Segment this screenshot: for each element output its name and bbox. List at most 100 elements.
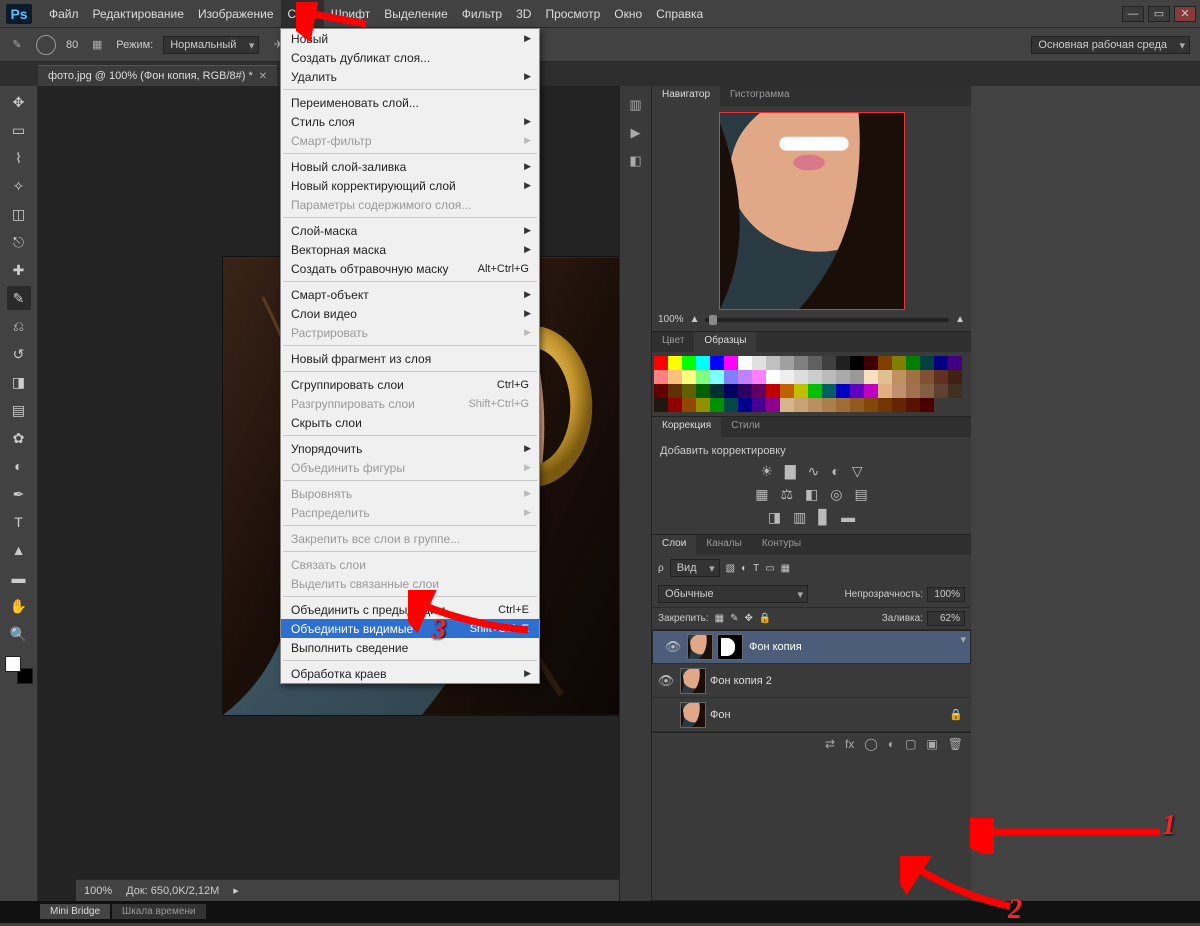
history-brush-tool[interactable]: ↺	[7, 342, 31, 366]
group-icon[interactable]: ▢	[905, 737, 916, 751]
wand-tool[interactable]: ✧	[7, 174, 31, 198]
menu-слои[interactable]: Слои	[281, 0, 324, 27]
crop-tool[interactable]: ◫	[7, 202, 31, 226]
bw-icon[interactable]: ◧	[805, 486, 818, 503]
swatch[interactable]	[822, 370, 836, 384]
history-panel-icon[interactable]: ▥	[627, 96, 645, 114]
maximize-button[interactable]: ▭	[1148, 6, 1170, 22]
blend-mode-select[interactable]: Обычные	[658, 585, 808, 603]
menu-item[interactable]: Сгруппировать слоиCtrl+G	[281, 375, 539, 394]
properties-panel-icon[interactable]: ◧	[627, 152, 645, 170]
swatch[interactable]	[696, 356, 710, 370]
tab-histogram[interactable]: Гистограмма	[720, 86, 800, 106]
swatch[interactable]	[738, 398, 752, 412]
swatch[interactable]	[766, 356, 780, 370]
swatch[interactable]	[878, 370, 892, 384]
zoom-readout[interactable]: 100%	[84, 885, 112, 897]
tab-color[interactable]: Цвет	[652, 332, 694, 352]
eraser-tool[interactable]: ◨	[7, 370, 31, 394]
swatch[interactable]	[864, 398, 878, 412]
tab-navigator[interactable]: Навигатор	[652, 86, 720, 106]
swatch[interactable]	[836, 384, 850, 398]
swatch[interactable]	[794, 356, 808, 370]
swatch[interactable]	[892, 370, 906, 384]
swatch[interactable]	[878, 398, 892, 412]
brightness-icon[interactable]: ☀	[760, 463, 773, 480]
menu-item[interactable]: Смарт-объект	[281, 285, 539, 304]
actions-panel-icon[interactable]: ▶	[627, 124, 645, 142]
visibility-toggle[interactable]: 👁	[652, 664, 680, 697]
menu-item[interactable]: Создать дубликат слоя...	[281, 48, 539, 67]
visibility-toggle[interactable]	[652, 698, 680, 731]
swatch[interactable]	[766, 370, 780, 384]
menu-item[interactable]: Новый	[281, 29, 539, 48]
swatch[interactable]	[766, 398, 780, 412]
menu-item[interactable]: Объединить с предыдущимCtrl+E	[281, 600, 539, 619]
hue-icon[interactable]: ▦	[755, 486, 768, 503]
swatch[interactable]	[724, 398, 738, 412]
menu-item[interactable]: Переименовать слой...	[281, 93, 539, 112]
swatch[interactable]	[836, 398, 850, 412]
posterize-icon[interactable]: ▥	[793, 509, 806, 526]
tab-channels[interactable]: Каналы	[696, 535, 752, 555]
swatch[interactable]	[850, 356, 864, 370]
layer-row[interactable]: 👁 Фон копия 2	[652, 664, 971, 698]
swatch[interactable]	[808, 356, 822, 370]
swatch[interactable]	[934, 384, 948, 398]
layer-name[interactable]: Фон копия 2	[710, 675, 772, 687]
color-swatch[interactable]	[5, 656, 33, 684]
close-button[interactable]: ✕	[1174, 6, 1196, 22]
swatch[interactable]	[738, 356, 752, 370]
lasso-tool[interactable]: ⌇	[7, 146, 31, 170]
heal-tool[interactable]: ✚	[7, 258, 31, 282]
swatch[interactable]	[794, 370, 808, 384]
menu-item[interactable]: Скрыть слои	[281, 413, 539, 432]
menu-item[interactable]: Новый фрагмент из слоя	[281, 349, 539, 368]
swatch[interactable]	[724, 356, 738, 370]
link-layers-icon[interactable]: ⇄	[825, 737, 835, 751]
pen-tool[interactable]: ✒	[7, 482, 31, 506]
menu-item[interactable]: Объединить видимыеShift+Ctrl+E	[281, 619, 539, 638]
tab-swatches[interactable]: Образцы	[694, 332, 756, 352]
layer-row[interactable]: 👁Фон копия	[652, 630, 971, 664]
swatch[interactable]	[808, 370, 822, 384]
lock-all-icon[interactable]: 🔒	[759, 613, 771, 624]
swatch[interactable]	[682, 384, 696, 398]
swatch[interactable]	[892, 356, 906, 370]
filter-smart-icon[interactable]: ▦	[781, 563, 790, 574]
tab-layers[interactable]: Слои	[652, 535, 696, 555]
swatch[interactable]	[864, 356, 878, 370]
zoom-tool[interactable]: 🔍	[7, 622, 31, 646]
type-tool[interactable]: T	[7, 510, 31, 534]
swatch[interactable]	[654, 384, 668, 398]
swatch[interactable]	[948, 356, 962, 370]
swatch[interactable]	[780, 370, 794, 384]
vibrance-icon[interactable]: ▽	[852, 463, 863, 480]
layer-name[interactable]: Фон	[710, 709, 731, 721]
swatch[interactable]	[906, 398, 920, 412]
swatch[interactable]	[892, 384, 906, 398]
filter-pixel-icon[interactable]: ▧	[726, 563, 735, 574]
threshold-icon[interactable]: ▊	[818, 509, 829, 526]
swatch[interactable]	[724, 370, 738, 384]
swatch[interactable]	[752, 384, 766, 398]
swatch[interactable]	[822, 356, 836, 370]
swatch[interactable]	[654, 398, 668, 412]
document-tab[interactable]: фото.jpg @ 100% (Фон копия, RGB/8#) * ✕	[38, 65, 277, 86]
menu-item[interactable]: Удалить	[281, 67, 539, 86]
swatch[interactable]	[822, 384, 836, 398]
filter-type-icon[interactable]: T	[753, 563, 759, 574]
workspace-select[interactable]: Основная рабочая среда	[1031, 36, 1190, 54]
exposure-icon[interactable]: ◐	[831, 463, 839, 480]
swatch[interactable]	[878, 356, 892, 370]
swatch[interactable]	[850, 398, 864, 412]
blend-mode-select[interactable]: Нормальный	[163, 36, 259, 54]
swatch[interactable]	[864, 370, 878, 384]
eyedropper-tool[interactable]: ⎋	[7, 230, 31, 254]
move-tool[interactable]: ✥	[7, 90, 31, 114]
stamp-tool[interactable]: ⎌	[7, 314, 31, 338]
navigator-thumbnail[interactable]	[719, 112, 905, 310]
fx-icon[interactable]: fx	[845, 737, 854, 751]
invert-icon[interactable]: ◨	[768, 509, 781, 526]
layer-thumbnail[interactable]	[680, 702, 706, 728]
